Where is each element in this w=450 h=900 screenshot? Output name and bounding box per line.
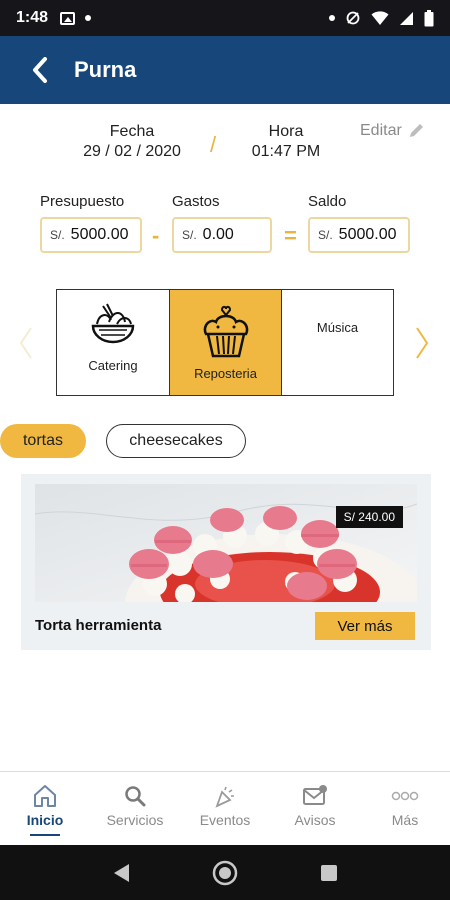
- saldo-field: S/. 5000.00: [308, 217, 410, 253]
- notification-dot-icon: [85, 15, 92, 21]
- status-system-icons: [329, 9, 434, 27]
- nav-avisos[interactable]: Avisos: [270, 772, 360, 845]
- chip-tortas[interactable]: tortas: [0, 424, 86, 458]
- app-bar: Purna: [0, 36, 450, 104]
- active-indicator: [30, 834, 60, 836]
- wifi-icon: [371, 10, 389, 25]
- status-time: 1:48: [16, 9, 49, 26]
- status-bar: 1:48: [0, 0, 450, 36]
- notification-dot-icon: [329, 15, 335, 21]
- presupuesto-field[interactable]: S/. 5000.00: [40, 217, 142, 253]
- chevron-right-icon: [416, 327, 429, 359]
- carousel-prev-button[interactable]: [18, 326, 34, 365]
- ver-mas-button[interactable]: Ver más: [315, 612, 415, 640]
- back-button[interactable]: [24, 54, 56, 86]
- category-musica[interactable]: Música: [281, 290, 393, 395]
- party-popper-icon: [215, 786, 234, 808]
- nav-label: Servicios: [106, 812, 164, 828]
- home-icon: [34, 785, 56, 807]
- date-block: Fecha 29 / 02 / 2020: [62, 122, 202, 162]
- category-reposteria[interactable]: Reposteria: [169, 290, 281, 395]
- system-back-icon[interactable]: [111, 862, 131, 884]
- currency-symbol: S/.: [50, 228, 65, 242]
- category-label: Música: [316, 320, 359, 335]
- time-label: Hora: [268, 123, 304, 140]
- mute-icon: [346, 11, 360, 25]
- nav-eventos[interactable]: Eventos: [180, 772, 270, 845]
- event-datetime: Fecha 29 / 02 / 2020 / Hora 01:47 PM Edi…: [0, 120, 450, 170]
- presupuesto-label: Presupuesto: [40, 193, 125, 210]
- page-title: Purna: [74, 57, 137, 82]
- chevron-left-icon: [19, 327, 32, 359]
- nav-servicios[interactable]: Servicios: [90, 772, 180, 845]
- more-dots-icon: [391, 791, 419, 801]
- nav-label: Inicio: [26, 812, 64, 828]
- currency-symbol: S/.: [182, 228, 197, 242]
- product-image: S/ 240.00: [35, 484, 417, 602]
- nav-label: Avisos: [294, 812, 336, 828]
- chip-cheesecakes[interactable]: cheesecakes: [106, 424, 246, 458]
- gastos-field[interactable]: S/. 0.00: [172, 217, 272, 253]
- bottom-navigation: Inicio Servicios Eventos Avisos Más: [0, 771, 450, 845]
- cake-photo: [35, 484, 417, 602]
- gastos-value: 0.00: [202, 226, 234, 243]
- product-name: Torta herramienta: [35, 617, 162, 634]
- minus-sign: -: [152, 223, 160, 248]
- category-catering[interactable]: Catering: [57, 290, 169, 395]
- carousel-next-button[interactable]: [414, 326, 430, 365]
- category-label: Catering: [88, 358, 138, 373]
- date-time-separator: /: [210, 132, 217, 157]
- battery-icon: [424, 9, 434, 26]
- arrow-back-icon: [33, 57, 47, 83]
- date-value: 29 / 02 / 2020: [83, 143, 181, 160]
- edit-button[interactable]: Editar: [360, 122, 425, 140]
- nav-label: Eventos: [199, 812, 251, 828]
- nav-label: Más: [391, 812, 419, 828]
- saldo-value: 5000.00: [338, 226, 397, 243]
- nav-inicio[interactable]: Inicio: [0, 772, 90, 845]
- salad-bowl-icon: [91, 303, 135, 344]
- product-card[interactable]: S/ 240.00 Torta herramienta Ver más: [21, 474, 431, 650]
- currency-symbol: S/.: [318, 228, 333, 242]
- search-icon: [125, 786, 146, 807]
- system-home-icon[interactable]: [212, 860, 238, 886]
- edit-label: Editar: [360, 122, 402, 139]
- system-recents-icon[interactable]: [319, 863, 339, 883]
- nav-mas[interactable]: Más: [360, 772, 450, 845]
- time-value: 01:47 PM: [251, 143, 321, 160]
- date-label: Fecha: [109, 123, 155, 140]
- saldo-label: Saldo: [308, 193, 347, 210]
- status-notification-icons: [60, 11, 92, 25]
- cupcake-icon: [203, 305, 248, 358]
- category-label: Reposteria: [194, 366, 257, 381]
- gastos-label: Gastos: [172, 193, 220, 210]
- equals-sign: =: [284, 223, 297, 248]
- category-carousel: Catering Reposteria Música: [56, 289, 394, 396]
- system-navigation-bar: [0, 845, 450, 900]
- price-tag: S/ 240.00: [335, 506, 403, 528]
- pencil-icon: [409, 124, 423, 137]
- image-notification-icon: [60, 11, 76, 25]
- presupuesto-value: 5000.00: [70, 226, 129, 243]
- signal-icon: [400, 11, 413, 25]
- mail-alert-icon: [303, 785, 327, 805]
- time-block: Hora 01:47 PM: [232, 122, 340, 162]
